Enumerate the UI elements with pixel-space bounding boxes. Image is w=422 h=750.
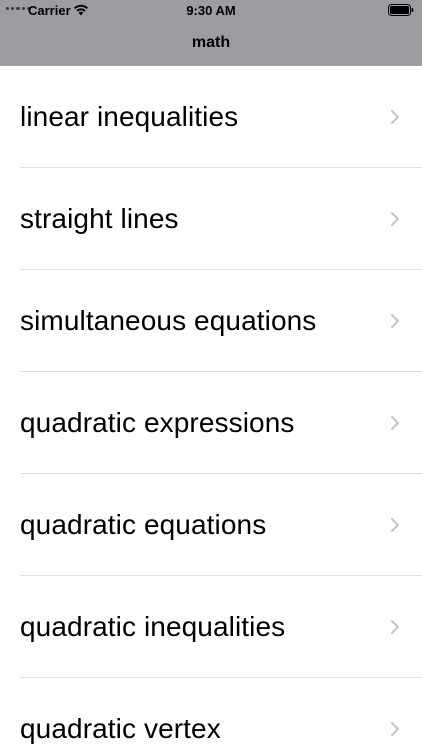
chevron-right-icon	[391, 722, 399, 736]
list-item-label: linear inequalities	[20, 101, 239, 132]
list-item-label: simultaneous equations	[20, 305, 317, 336]
app-screen: Carrier 9:30 AM math linear inequalities…	[0, 0, 422, 750]
chevron-right-icon	[391, 314, 399, 328]
list-item-quadratic-expressions[interactable]: quadratic expressions	[0, 372, 422, 474]
battery-icon	[388, 4, 414, 16]
list-item-label: straight lines	[20, 203, 179, 234]
list-item-quadratic-equations[interactable]: quadratic equations	[0, 474, 422, 576]
list-item-label: quadratic equations	[20, 509, 267, 540]
list-item-quadratic-inequalities[interactable]: quadratic inequalities	[0, 576, 422, 678]
chevron-right-icon	[391, 110, 399, 124]
list-item-simultaneous-equations[interactable]: simultaneous equations	[0, 270, 422, 372]
top-bar: Carrier 9:30 AM math	[0, 0, 422, 66]
chevron-right-icon	[391, 620, 399, 634]
chevron-right-icon	[391, 518, 399, 532]
list-item-label: quadratic inequalities	[20, 611, 286, 642]
nav-title: math	[191, 34, 231, 51]
list-item-label: quadratic vertex	[20, 713, 221, 744]
list-item-label: quadratic expressions	[20, 407, 295, 438]
chevron-right-icon	[391, 212, 399, 226]
list-item-linear-inequalities[interactable]: linear inequalities	[0, 66, 422, 168]
topic-list: linear inequalities straight lines simul…	[0, 66, 422, 750]
chevron-right-icon	[391, 416, 399, 430]
list-item-straight-lines[interactable]: straight lines	[0, 168, 422, 270]
status-bar: Carrier 9:30 AM	[0, 0, 422, 22]
status-time: 9:30 AM	[186, 3, 236, 18]
list-item-quadratic-vertex[interactable]: quadratic vertex	[0, 678, 422, 750]
